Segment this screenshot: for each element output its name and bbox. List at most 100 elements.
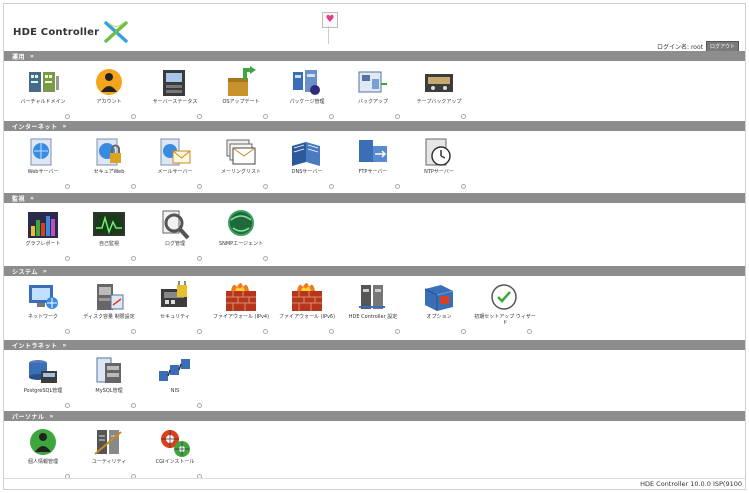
info-icon[interactable] [395,184,400,189]
menu-item[interactable]: 自己監視 [76,206,142,262]
menu-item[interactable]: ログ管理 [142,206,208,262]
menu-item[interactable]: MySQL管理 [76,353,142,409]
double-chevron-right-icon[interactable]: » [30,53,34,60]
menu-item[interactable]: CGIインストール [142,424,208,480]
menu-item-label: ファイアウォール (IPv4) [212,314,270,320]
menu-item[interactable]: NTPサーバー [406,134,472,190]
menu-item-label: サーバーステータス [152,99,198,105]
menu-item[interactable]: Webサーバー [10,134,76,190]
menu-item-label: ファイアウォール (IPv6) [278,314,336,320]
info-icon[interactable] [197,114,202,119]
section-title: 監視 [12,195,26,203]
firewall-ipv6-icon [292,283,322,311]
menu-item[interactable]: 初期セットアップ ウィザード [472,279,538,335]
menu-item[interactable]: ファイアウォール (IPv6) [274,279,340,335]
menu-item-label: ログ管理 [164,241,185,247]
menu-item[interactable]: アカウント [76,64,142,120]
menu-item[interactable]: HDE Controller 設定 [340,279,406,335]
menu-item[interactable]: メーリングリスト [208,134,274,190]
menu-item-label: メーリングリスト [220,169,261,175]
info-icon[interactable] [65,114,70,119]
menu-item[interactable]: 個人情報管理 [10,424,76,480]
menu-item[interactable]: グラフレポート [10,206,76,262]
menu-item-label: ディスク容量 制限設定 [83,314,135,320]
info-icon[interactable] [65,403,70,408]
info-icon[interactable] [65,329,70,334]
section-header[interactable]: イントラネット » [4,340,745,350]
info-icon[interactable] [131,403,136,408]
menu-item[interactable]: ディスク容量 制限設定 [76,279,142,335]
menu-item-label: オプション [426,314,452,320]
section-header[interactable]: インターネット » [4,121,745,131]
menu-item-label: ユーティリティ [91,459,127,465]
menu-item[interactable]: バーチャルドメイン [10,64,76,120]
info-icon[interactable] [395,114,400,119]
info-icon[interactable] [131,184,136,189]
menu-item[interactable]: SNMPエージェント [208,206,274,262]
info-icon[interactable] [461,184,466,189]
menu-item-label: セキュアWeb [93,169,125,175]
section-header[interactable]: システム » [4,266,745,276]
snmp-agent-icon [228,210,254,236]
menu-item-label: Webサーバー [27,169,59,175]
mailing-list-icon [226,139,256,165]
info-icon[interactable] [131,256,136,261]
menu-item[interactable]: FTPサーバー [340,134,406,190]
menu-item[interactable]: OSアップデート [208,64,274,120]
info-icon[interactable] [527,329,532,334]
menu-item[interactable]: バックアップ [340,64,406,120]
menu-item[interactable]: セキュリティ [142,279,208,335]
section-5: イントラネット » PostgreSQL管理 MySQL管理 NIS [4,340,745,410]
double-chevron-right-icon[interactable]: » [63,123,67,130]
menu-item[interactable]: テープバックアップ [406,64,472,120]
menu-item[interactable]: サーバーステータス [142,64,208,120]
info-icon[interactable] [329,329,334,334]
double-chevron-right-icon[interactable]: » [50,413,54,420]
section-header[interactable]: 運用 » [4,51,745,61]
double-chevron-right-icon[interactable]: » [30,195,34,202]
info-icon[interactable] [263,329,268,334]
brand-logo[interactable]: HDE Controller [13,20,129,44]
info-icon[interactable] [329,114,334,119]
menu-item[interactable]: メールサーバー [142,134,208,190]
menu-item-label: 初期セットアップ ウィザード [474,314,536,326]
info-icon[interactable] [197,403,202,408]
section-header[interactable]: パーソナル » [4,411,745,421]
favorite-button[interactable]: ♥ [322,12,338,28]
menu-item[interactable]: NIS [142,353,208,409]
info-icon[interactable] [395,329,400,334]
info-icon[interactable] [131,114,136,119]
menu-item[interactable]: DNSサーバー [274,134,340,190]
info-icon[interactable] [263,256,268,261]
menu-item[interactable]: ネットワーク [10,279,76,335]
ntp-server-icon [425,138,451,166]
section-4: システム » ネットワーク ディスク容量 制限設定 セキュリティ ファイアウォール (IP… [4,266,745,336]
info-icon[interactable] [65,256,70,261]
section-header[interactable]: 監視 » [4,193,745,203]
icon-row: グラフレポート 自己監視 ログ管理 SNMPエージェント [4,203,745,263]
menu-item[interactable]: ファイアウォール (IPv4) [208,279,274,335]
double-chevron-right-icon[interactable]: » [43,268,47,275]
menu-item-label: OSアップデート [222,99,260,105]
info-icon[interactable] [65,184,70,189]
menu-item[interactable]: パッケージ管理 [274,64,340,120]
menu-item-label: MySQL管理 [95,388,123,394]
info-icon[interactable] [197,184,202,189]
menu-item-label: FTPサーバー [358,169,388,175]
info-icon[interactable] [263,184,268,189]
menu-item[interactable]: ユーティリティ [76,424,142,480]
info-icon[interactable] [329,184,334,189]
info-icon[interactable] [197,256,202,261]
info-icon[interactable] [131,329,136,334]
info-icon[interactable] [263,114,268,119]
menu-item[interactable]: セキュアWeb [76,134,142,190]
double-chevron-right-icon[interactable]: » [63,342,67,349]
icon-row: 個人情報管理 ユーティリティ CGIインストール [4,421,745,481]
info-icon[interactable] [461,114,466,119]
ftp-server-icon [359,140,387,162]
login-name: ログイン名: root [657,44,703,51]
info-icon[interactable] [461,329,466,334]
menu-item[interactable]: PostgreSQL管理 [10,353,76,409]
menu-item[interactable]: オプション [406,279,472,335]
info-icon[interactable] [197,329,202,334]
